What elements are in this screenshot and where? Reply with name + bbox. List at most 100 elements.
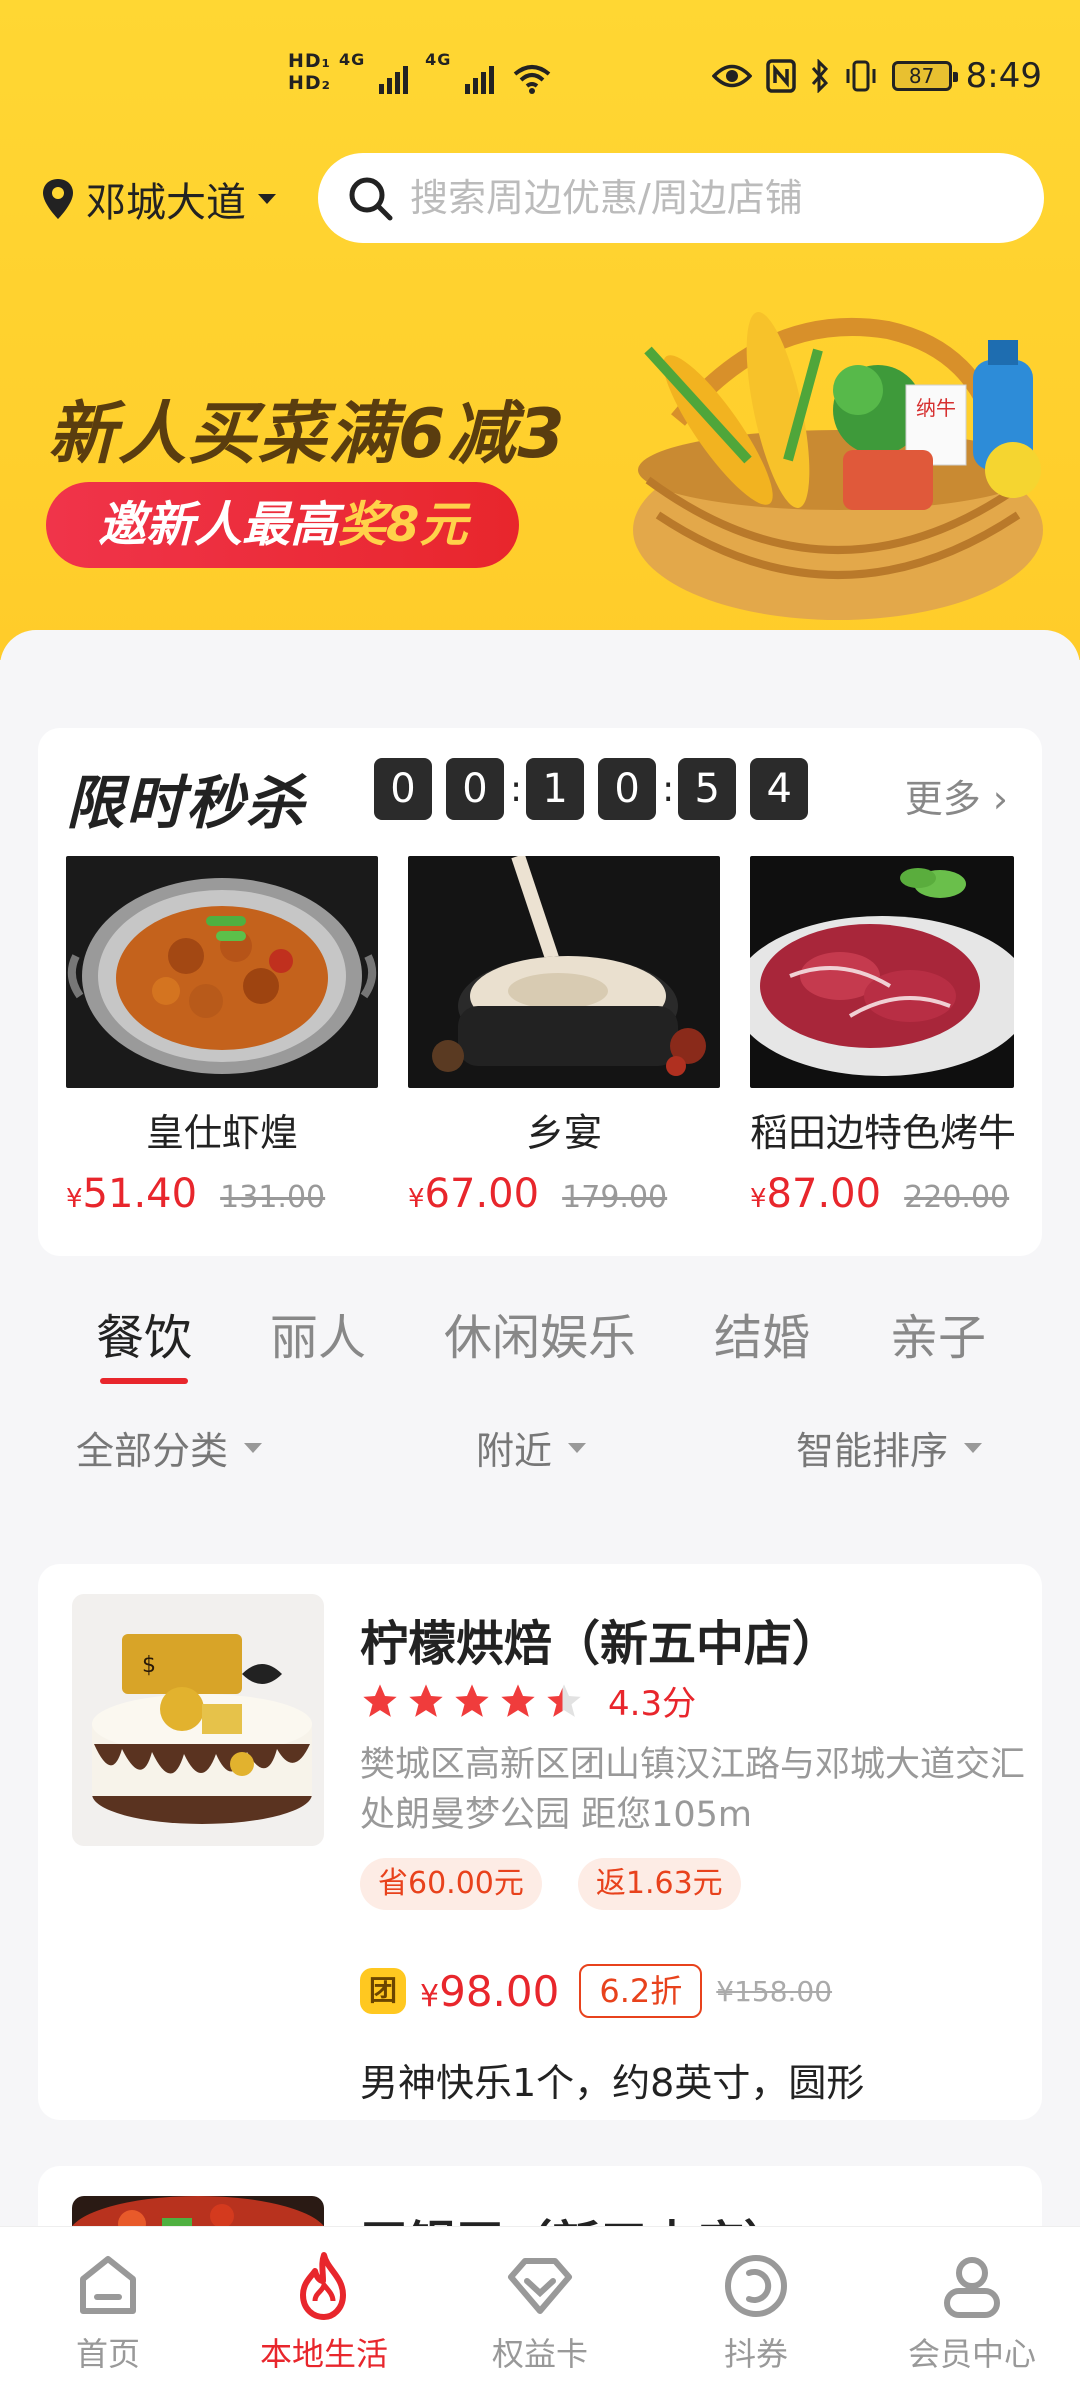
tab-beauty[interactable]: 丽人: [270, 1298, 366, 1368]
sale-price: ¥51.40: [66, 1171, 197, 1217]
original-price: 179.00: [562, 1180, 668, 1215]
filter-label: 智能排序: [796, 1429, 949, 1473]
location-selector[interactable]: 邓城大道: [40, 170, 276, 228]
countdown-timer: 0 0 : 1 0 : 5 4: [374, 758, 822, 820]
countdown-digit: 1: [526, 758, 585, 820]
cake-topper-glyph: $: [142, 1653, 156, 1678]
countdown-digit: 0: [446, 758, 504, 820]
home-icon: [80, 2256, 136, 2314]
tab-parenting[interactable]: 亲子: [890, 1298, 986, 1368]
signal-icon: [379, 66, 411, 94]
nav-label: 抖券: [723, 2335, 788, 2373]
hd-2-label: HD₂: [288, 72, 331, 94]
signal-4g-label-2: 4G: [425, 50, 452, 69]
chevron-down-icon: [258, 194, 276, 204]
countdown-colon: :: [662, 768, 675, 810]
product-image-beef: [750, 856, 1014, 1088]
filter-label: 附近: [476, 1429, 553, 1473]
nav-label: 首页: [75, 2335, 140, 2373]
status-right: 87 8:49: [711, 56, 1042, 96]
nav-item-home[interactable]: 首页: [18, 2249, 198, 2375]
caret-down-icon: [964, 1442, 983, 1453]
savings-tag: 省60.00元: [360, 1858, 542, 1910]
tab-leisure[interactable]: 休闲娱乐: [444, 1298, 636, 1368]
currency-symbol: ¥: [750, 1184, 767, 1214]
tab-wedding[interactable]: 结婚: [714, 1298, 810, 1368]
deal-description[interactable]: 男神快乐1个，约8英寸，圆形: [360, 2052, 864, 2107]
caret-down-icon: [568, 1442, 587, 1453]
flash-product-card[interactable]: 皇仕虾煌 ¥51.40 131.00: [66, 856, 378, 1217]
banner-title[interactable]: 新人买菜满6减3: [48, 378, 567, 477]
shop-card[interactable]: $ 柠檬烘焙（新五中店） 4.3分 樊城区高新区团山镇汉江路与邓城大道交汇处朗曼…: [38, 1564, 1042, 2120]
product-prices: ¥87.00 220.00: [750, 1171, 1014, 1217]
group-buy-badge: 团: [360, 1968, 406, 2014]
nav-item-local-life[interactable]: 本地生活: [234, 2249, 414, 2375]
countdown-digit: 0: [598, 758, 657, 820]
box-label: 纳牛: [916, 396, 956, 420]
sale-price-value: 51.40: [82, 1171, 198, 1217]
nav-label: 会员中心: [907, 2335, 1036, 2373]
bluetooth-icon: [811, 59, 828, 93]
product-prices: ¥67.00 179.00: [408, 1171, 720, 1217]
more-label: 更多: [904, 777, 981, 821]
flash-product-card[interactable]: 乡宴 ¥67.00 179.00: [408, 856, 720, 1217]
filter-distance[interactable]: 附近: [476, 1420, 587, 1475]
flash-sale-card: 限时秒杀 0 0 : 1 0 : 5 4 更多 › 皇仕虾煌 ¥51.40 13…: [38, 728, 1042, 1256]
chevron-right-icon: ›: [980, 777, 1008, 821]
promo-tags: 省60.00元 返1.63元: [360, 1858, 741, 1910]
sale-price-value: 87.00: [766, 1171, 882, 1217]
signal-icon-2: [465, 66, 497, 94]
wifi-icon: [514, 65, 551, 94]
currency-symbol: ¥: [408, 1184, 425, 1214]
countdown-digit: 0: [374, 758, 432, 820]
caret-down-icon: [244, 1442, 263, 1453]
product-image-soup: [408, 856, 720, 1088]
eye-icon: [711, 64, 752, 88]
more-link[interactable]: 更多 ›: [905, 768, 1008, 823]
currency-symbol: ¥: [420, 1978, 440, 2014]
banner-pill-highlight: 奖8元: [338, 497, 468, 553]
cashback-tag: 返1.63元: [577, 1858, 741, 1910]
location-pin-icon: [43, 179, 73, 219]
star-full-icon: [455, 1683, 489, 1717]
product-image-crayfish: [66, 856, 378, 1088]
diamond-icon: [508, 2258, 572, 2314]
shop-address: 樊城区高新区团山镇汉江路与邓城大道交汇处朗曼梦公园 距您105m: [360, 1745, 1026, 1835]
star-full-icon: [409, 1683, 443, 1717]
banner-invite-button[interactable]: 邀新人最高奖8元: [46, 482, 520, 568]
nav-item-coupon[interactable]: 抖券: [666, 2249, 846, 2375]
search-input[interactable]: [410, 176, 970, 220]
header-area: HD₁ HD₂ 4G 4G 87 8:49 邓城大道 搜索周边优惠/周边店铺 新…: [0, 0, 1080, 660]
shop-name[interactable]: 柠檬烘焙（新五中店）: [360, 1604, 840, 1674]
deal-price-value: 98.00: [439, 1966, 560, 2016]
discount-badge: 6.2折: [579, 1964, 703, 2018]
tab-catering[interactable]: 餐饮: [96, 1298, 192, 1384]
flash-product-card[interactable]: 稻田边特色烤牛 ¥87.00 220.00: [750, 856, 1014, 1217]
product-prices: ¥51.40 131.00: [66, 1171, 378, 1217]
filter-category[interactable]: 全部分类: [76, 1420, 263, 1475]
filter-sort[interactable]: 智能排序: [796, 1420, 983, 1475]
original-price: 131.00: [220, 1180, 326, 1215]
group-deal[interactable]: 团 ¥98.00 6.2折 ¥158.00: [360, 1964, 832, 2018]
grocery-basket-image: 纳牛: [633, 312, 1043, 620]
rating-stars: 4.3分: [360, 1676, 696, 1725]
bottom-nav: 首页 本地生活 权益卡 抖券 会员中心: [0, 2226, 1080, 2400]
nav-label: 本地生活: [259, 2335, 388, 2373]
product-name: 皇仕虾煌: [145, 1111, 298, 1155]
countdown-digit: 5: [678, 758, 737, 820]
star-half-icon: [547, 1683, 581, 1717]
category-tabs: 餐饮 丽人 休闲娱乐 结婚 亲子: [0, 1298, 1080, 1388]
flame-icon: [300, 2252, 346, 2320]
nav-item-member-center[interactable]: 会员中心: [882, 2249, 1062, 2375]
nav-item-benefit-card[interactable]: 权益卡: [450, 2249, 630, 2375]
original-price: 220.00: [904, 1180, 1010, 1215]
countdown-colon: :: [510, 768, 523, 810]
search-icon: [349, 177, 393, 221]
signal-4g-label-1: 4G: [338, 50, 366, 69]
search-bar[interactable]: [318, 153, 1044, 243]
shop-image-cake: $: [72, 1594, 324, 1846]
clock: 8:49: [965, 56, 1042, 96]
product-name: 稻田边特色烤牛: [750, 1111, 1014, 1155]
battery-icon: 87: [891, 61, 958, 91]
status-bar: HD₁ HD₂ 4G 4G 87 8:49: [0, 0, 1080, 150]
